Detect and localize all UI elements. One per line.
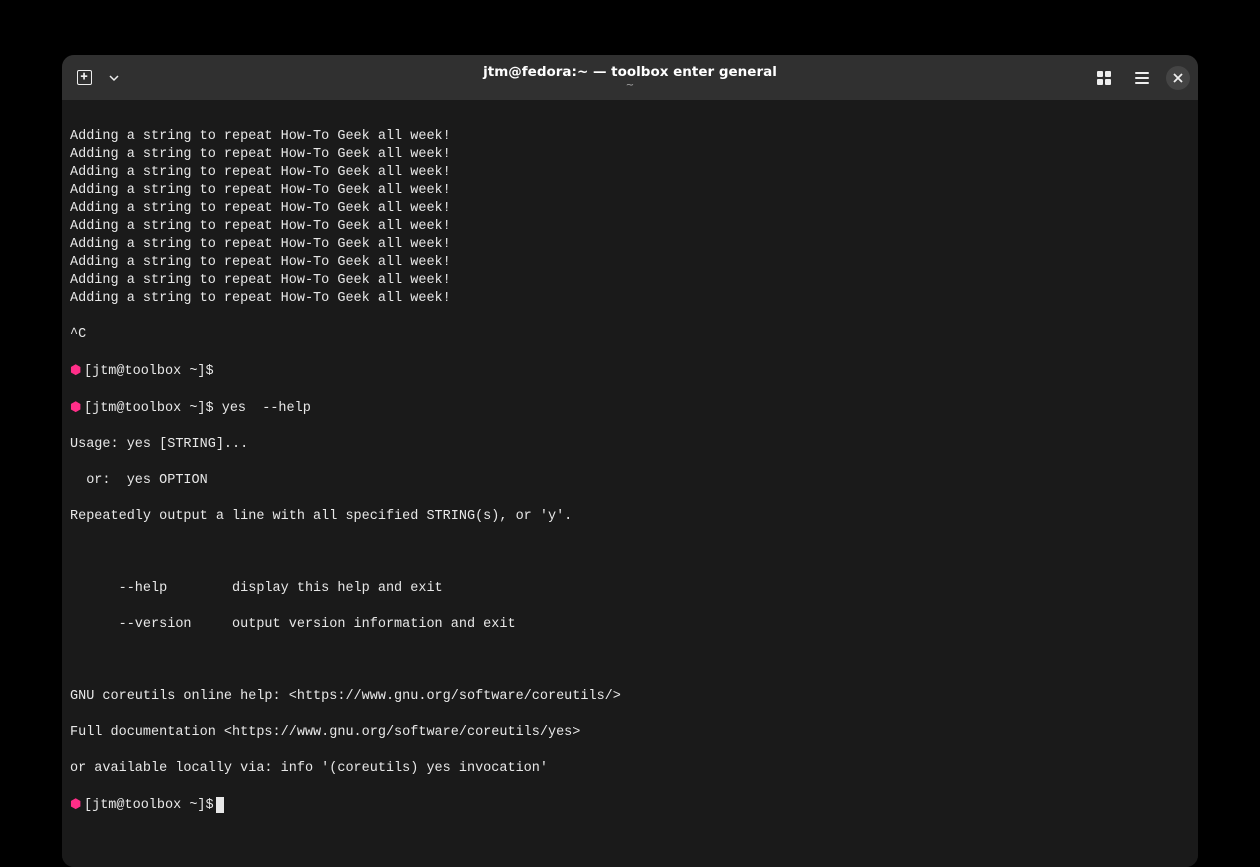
close-button[interactable]	[1166, 66, 1190, 90]
output-line: Adding a string to repeat How-To Geek al…	[70, 236, 1190, 254]
title-center: jtm@fedora:~ — toolbox enter general ~	[483, 64, 777, 91]
hex-icon: ⬢	[70, 399, 84, 417]
titlebar-right-controls	[1090, 64, 1190, 92]
command-text: yes --help	[214, 401, 311, 416]
hamburger-icon	[1135, 72, 1149, 84]
help-line	[70, 544, 1190, 562]
menu-button[interactable]	[1128, 64, 1156, 92]
plus-square-icon: +	[77, 70, 92, 85]
help-line	[70, 652, 1190, 670]
new-tab-button[interactable]: +	[70, 64, 98, 92]
titlebar: + jtm@fedora:~ — toolbox enter general ~	[62, 55, 1198, 100]
grid-icon	[1097, 71, 1111, 85]
prompt-line-3: ⬢[jtm@toolbox ~]$	[70, 796, 1190, 815]
help-line: --help display this help and exit	[70, 580, 1190, 598]
hex-icon: ⬢	[70, 362, 84, 380]
help-line: Full documentation <https://www.gnu.org/…	[70, 724, 1190, 742]
prompt-text: [jtm@toolbox ~]$	[84, 364, 214, 379]
prompt-text: [jtm@toolbox ~]$	[84, 798, 214, 813]
tab-dropdown-button[interactable]	[100, 64, 128, 92]
window-title: jtm@fedora:~ — toolbox enter general	[483, 64, 777, 80]
overview-button[interactable]	[1090, 64, 1118, 92]
output-line: Adding a string to repeat How-To Geek al…	[70, 182, 1190, 200]
output-line: Adding a string to repeat How-To Geek al…	[70, 218, 1190, 236]
help-line: Usage: yes [STRING]...	[70, 436, 1190, 454]
output-line: Adding a string to repeat How-To Geek al…	[70, 254, 1190, 272]
help-line: or available locally via: info '(coreuti…	[70, 760, 1190, 778]
output-line: Adding a string to repeat How-To Geek al…	[70, 146, 1190, 164]
cursor	[216, 797, 224, 813]
output-line: Adding a string to repeat How-To Geek al…	[70, 128, 1190, 146]
output-line: Adding a string to repeat How-To Geek al…	[70, 164, 1190, 182]
prompt-line-2: ⬢[jtm@toolbox ~]$ yes --help	[70, 399, 1190, 418]
output-line: Adding a string to repeat How-To Geek al…	[70, 290, 1190, 308]
help-line: --version output version information and…	[70, 616, 1190, 634]
help-line: or: yes OPTION	[70, 472, 1190, 490]
prompt-text: [jtm@toolbox ~]$	[84, 401, 214, 416]
prompt-line-1: ⬢[jtm@toolbox ~]$	[70, 362, 1190, 381]
terminal-content[interactable]: Adding a string to repeat How-To Geek al…	[62, 100, 1198, 867]
help-line: Repeatedly output a line with all specif…	[70, 508, 1190, 526]
help-line: GNU coreutils online help: <https://www.…	[70, 688, 1190, 706]
close-icon	[1173, 73, 1183, 83]
terminal-window: + jtm@fedora:~ — toolbox enter general ~	[62, 55, 1198, 867]
chevron-down-icon	[109, 73, 119, 83]
output-line: Adding a string to repeat How-To Geek al…	[70, 272, 1190, 290]
hex-icon: ⬢	[70, 796, 84, 814]
window-subtitle: ~	[483, 80, 777, 91]
output-line: Adding a string to repeat How-To Geek al…	[70, 200, 1190, 218]
titlebar-left-controls: +	[70, 64, 128, 92]
interrupt-line: ^C	[70, 326, 1190, 344]
